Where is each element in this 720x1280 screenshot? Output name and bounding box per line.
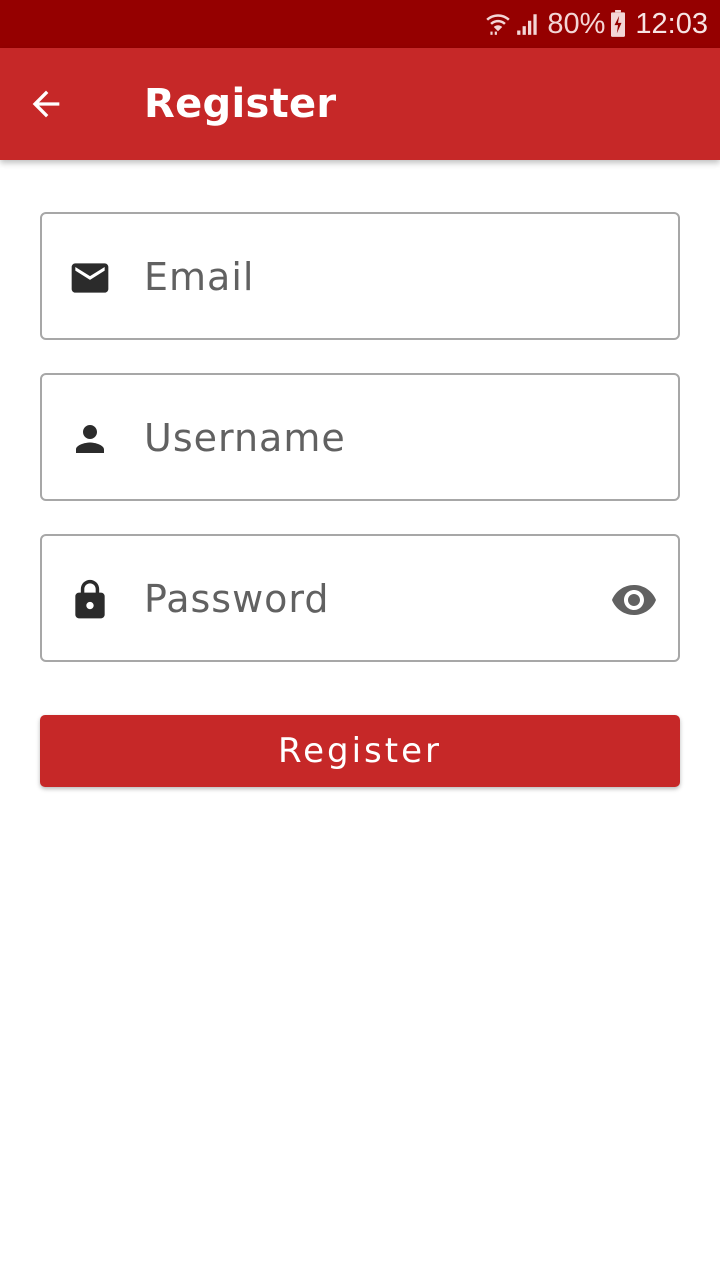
- email-field[interactable]: [40, 212, 680, 340]
- person-icon: [68, 417, 112, 461]
- battery-charging-icon: [609, 10, 627, 38]
- wifi-icon: [485, 11, 511, 37]
- password-field[interactable]: [40, 534, 680, 662]
- username-field[interactable]: [40, 373, 680, 501]
- register-button[interactable]: Register: [40, 715, 680, 787]
- arrow-left-icon: [32, 90, 60, 118]
- password-input[interactable]: [144, 566, 584, 632]
- email-input[interactable]: [144, 244, 584, 310]
- clock: 12:03: [635, 7, 708, 40]
- signal-icon: [515, 11, 541, 37]
- page-title: Register: [144, 81, 337, 127]
- lock-icon: [68, 578, 112, 622]
- app-bar: Register: [0, 48, 720, 160]
- status-bar: 80% 12:03: [0, 0, 720, 48]
- battery-percent: 80%: [547, 7, 606, 40]
- back-button[interactable]: [22, 80, 70, 128]
- register-screen: 80% 12:03 Register Email Username Regist…: [0, 0, 720, 1280]
- username-input[interactable]: [144, 405, 584, 471]
- email-icon: [68, 256, 112, 300]
- eye-icon[interactable]: [610, 576, 658, 624]
